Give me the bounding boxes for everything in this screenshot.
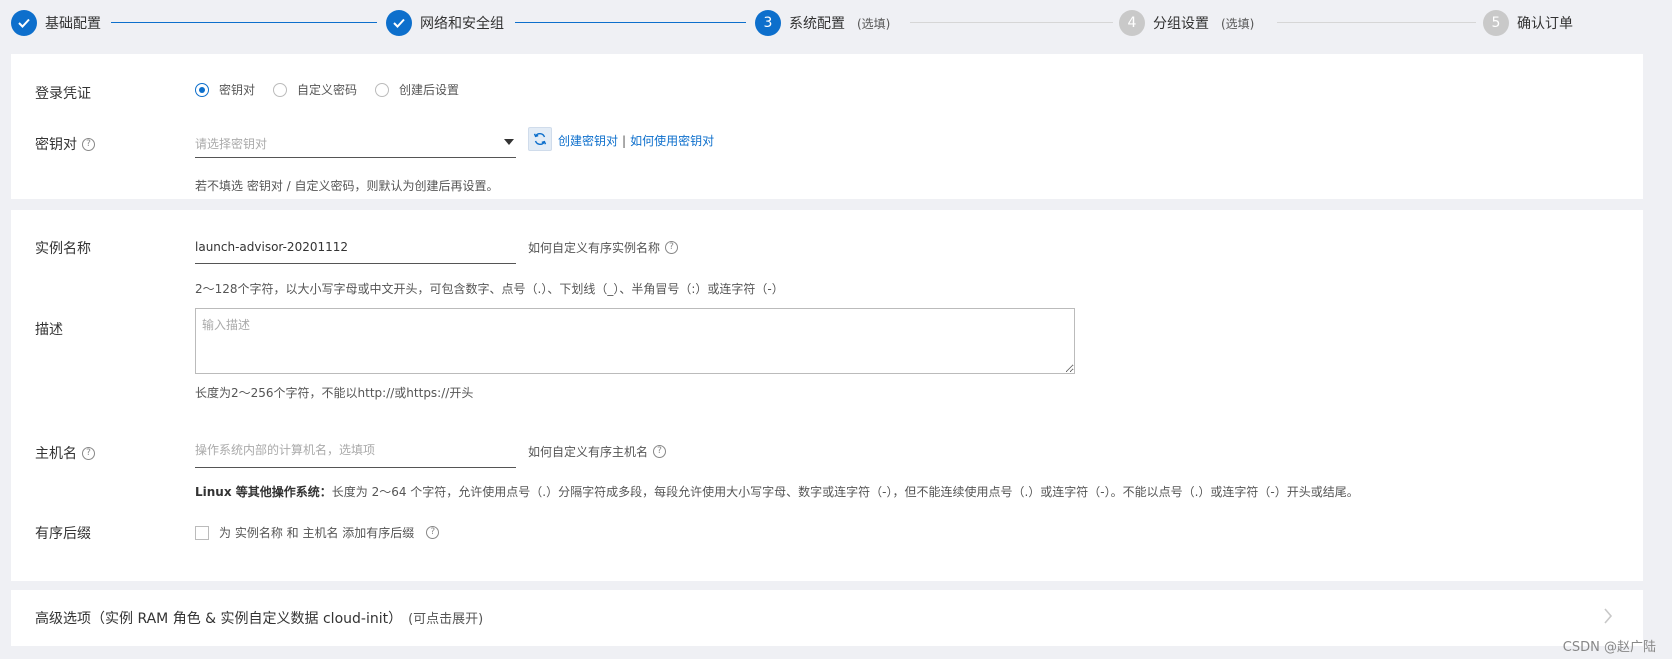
suffix-checkbox-row: 为 实例名称 和 主机名 添加有序后缀 ? bbox=[195, 524, 440, 541]
description-label: 描述 bbox=[35, 319, 63, 339]
advanced-options-title: 高级选项（实例 RAM 角色 & 实例自定义数据 cloud-init） bbox=[35, 611, 403, 627]
keypair-select[interactable]: 请选择密钥对 bbox=[195, 128, 516, 158]
hostname-hint: Linux 等其他操作系统：长度为 2～64 个字符，允许使用点号（.）分隔字符… bbox=[195, 483, 1359, 500]
credentials-radio-group: 密钥对 自定义密码 创建后设置 bbox=[195, 81, 477, 98]
instance-name-input[interactable] bbox=[195, 231, 516, 264]
advanced-options-hint: (可点击展开) bbox=[408, 612, 484, 627]
radio-label: 自定义密码 bbox=[297, 83, 358, 97]
refresh-button[interactable] bbox=[528, 127, 552, 151]
question-icon[interactable]: ? bbox=[426, 526, 440, 539]
step-optional-tag: (选填) bbox=[857, 16, 891, 31]
hostname-label-text: 主机名 bbox=[35, 446, 77, 462]
check-icon bbox=[386, 10, 412, 36]
instance-panel: 实例名称 如何自定义有序实例名称 ? 2～128个字符，以大小写字母或中文开头，… bbox=[11, 210, 1643, 581]
keypair-select-placeholder: 请选择密钥对 bbox=[195, 137, 268, 151]
create-keypair-link[interactable]: 创建密钥对 bbox=[558, 132, 618, 149]
chevron-right-icon[interactable] bbox=[1603, 608, 1613, 628]
keypair-usage-link[interactable]: 如何使用密钥对 bbox=[630, 132, 714, 149]
instance-name-help[interactable]: 如何自定义有序实例名称 ? bbox=[528, 239, 679, 256]
step-label: 系统配置 bbox=[789, 16, 845, 32]
radio-unchecked-icon bbox=[273, 82, 288, 97]
hostname-input[interactable] bbox=[195, 433, 516, 468]
watermark: CSDN @赵广陆 bbox=[1562, 640, 1656, 655]
check-icon bbox=[11, 10, 37, 36]
question-icon: ? bbox=[665, 241, 679, 254]
hostname-help[interactable]: 如何自定义有序主机名 ? bbox=[528, 443, 667, 460]
step-label: 网络和安全组 bbox=[420, 16, 504, 32]
step-basic-config[interactable]: 基础配置 bbox=[11, 9, 101, 37]
description-label-text: 描述 bbox=[35, 322, 63, 338]
question-icon: ? bbox=[653, 445, 667, 458]
caret-down-icon bbox=[504, 139, 514, 145]
step-connector bbox=[910, 22, 1113, 23]
radio-label: 创建后设置 bbox=[399, 83, 460, 97]
step-number: 4 bbox=[1119, 10, 1145, 36]
hostname-label: 主机名 ? bbox=[35, 443, 95, 463]
suffix-checkbox[interactable] bbox=[195, 525, 209, 540]
radio-custom-password[interactable]: 自定义密码 bbox=[273, 81, 357, 98]
description-textarea[interactable] bbox=[195, 308, 1075, 374]
step-number: 5 bbox=[1483, 10, 1509, 36]
link-separator: | bbox=[622, 133, 627, 148]
hostname-hint-os: Linux 等其他操作系统： bbox=[195, 485, 332, 499]
step-label: 确认订单 bbox=[1517, 16, 1573, 32]
suffix-label: 有序后缀 bbox=[35, 523, 91, 543]
description-hint: 长度为2～256个字符，不能以http://或https://开头 bbox=[195, 386, 474, 400]
radio-keypair[interactable]: 密钥对 bbox=[195, 81, 255, 98]
step-label: 基础配置 bbox=[45, 16, 101, 32]
instance-name-hint: 2～128个字符，以大小写字母或中文开头，可包含数字、点号（.）、下划线（_）、… bbox=[195, 282, 784, 296]
advanced-options-panel[interactable]: 高级选项（实例 RAM 角色 & 实例自定义数据 cloud-init） (可点击… bbox=[11, 590, 1643, 646]
step-connector bbox=[111, 22, 377, 23]
credentials-label: 登录凭证 bbox=[35, 83, 91, 103]
radio-set-after-creation[interactable]: 创建后设置 bbox=[375, 81, 459, 98]
keypair-label-text: 密钥对 bbox=[35, 137, 77, 153]
radio-unchecked-icon bbox=[375, 82, 390, 97]
suffix-label-text: 有序后缀 bbox=[35, 526, 91, 542]
step-connector bbox=[1277, 22, 1476, 23]
refresh-icon bbox=[533, 133, 547, 145]
question-icon[interactable]: ? bbox=[82, 446, 95, 460]
hostname-hint-text: 长度为 2～64 个字符，允许使用点号（.）分隔字符成多段，每段允许使用大小写字… bbox=[331, 485, 1359, 499]
question-icon[interactable]: ? bbox=[82, 137, 95, 151]
keypair-label: 密钥对 ? bbox=[35, 134, 95, 154]
instance-name-label: 实例名称 bbox=[35, 238, 91, 258]
keypair-hint: 若不填选 密钥对 / 自定义密码，则默认为创建后再设置。 bbox=[195, 179, 499, 193]
hostname-help-text: 如何自定义有序主机名 bbox=[528, 445, 649, 459]
wizard-stepper: 基础配置 网络和安全组 3 系统配置 (选填) 4 分组设置 (选填) 5 确认… bbox=[0, 0, 1672, 46]
instance-name-label-text: 实例名称 bbox=[35, 241, 91, 257]
keypair-links: 创建密钥对 | 如何使用密钥对 bbox=[558, 132, 714, 149]
advanced-options-header: 高级选项（实例 RAM 角色 & 实例自定义数据 cloud-init） (可点击… bbox=[35, 608, 483, 628]
credentials-panel: 登录凭证 密钥对 自定义密码 创建后设置 密钥对 ? 请选择密钥对 创建密钥对 bbox=[11, 54, 1643, 199]
step-system-config[interactable]: 3 系统配置 (选填) bbox=[755, 9, 890, 37]
step-number: 3 bbox=[755, 10, 781, 36]
step-network-security[interactable]: 网络和安全组 bbox=[386, 9, 504, 37]
step-connector bbox=[515, 22, 746, 23]
radio-label: 密钥对 bbox=[219, 83, 256, 97]
suffix-checkbox-label: 为 实例名称 和 主机名 添加有序后缀 bbox=[219, 526, 415, 540]
step-label: 分组设置 bbox=[1153, 16, 1209, 32]
radio-checked-icon bbox=[195, 82, 209, 97]
step-confirm-order[interactable]: 5 确认订单 bbox=[1483, 9, 1573, 37]
instance-name-help-text: 如何自定义有序实例名称 bbox=[528, 241, 661, 255]
step-group-settings[interactable]: 4 分组设置 (选填) bbox=[1119, 9, 1254, 37]
step-optional-tag: (选填) bbox=[1221, 16, 1255, 31]
credentials-label-text: 登录凭证 bbox=[35, 86, 91, 102]
